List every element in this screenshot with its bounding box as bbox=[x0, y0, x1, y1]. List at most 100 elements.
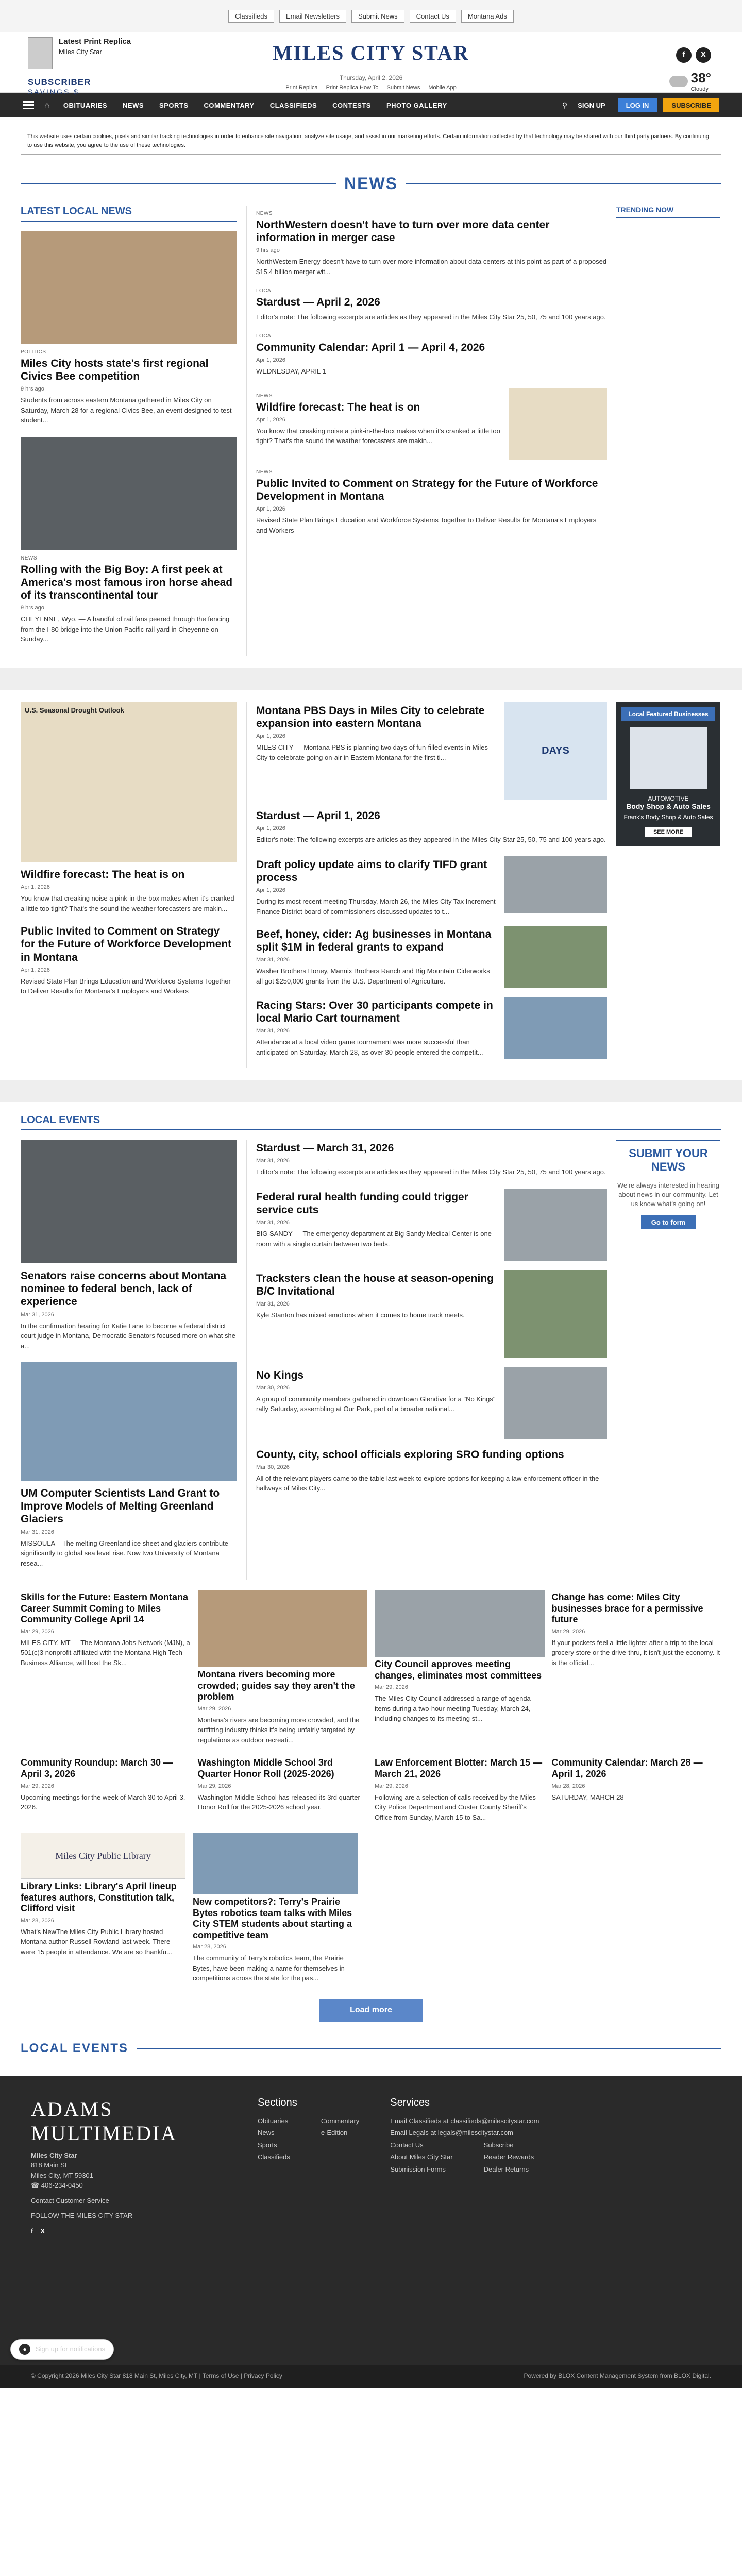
load-more-button[interactable]: Load more bbox=[319, 1998, 423, 2022]
footer-link-about[interactable]: About Miles City Star bbox=[390, 2151, 452, 2163]
story-image[interactable] bbox=[193, 1833, 358, 1895]
contact-customer-service-link[interactable]: Contact Customer Service bbox=[31, 2197, 109, 2205]
toplink-classifieds[interactable]: Classifieds bbox=[228, 9, 275, 23]
footer-link-submission-forms[interactable]: Submission Forms bbox=[390, 2163, 452, 2175]
footer-link-dealer-returns[interactable]: Dealer Returns bbox=[484, 2163, 534, 2175]
footer-link-obituaries[interactable]: Obituaries bbox=[258, 2115, 290, 2127]
list-item[interactable]: New competitors?: Terry's Prairie Bytes … bbox=[193, 1833, 358, 1984]
nav-contests[interactable]: CONTESTS bbox=[332, 101, 371, 109]
list-item[interactable]: Washington Middle School 3rd Quarter Hon… bbox=[198, 1755, 368, 1822]
hamburger-menu-icon[interactable] bbox=[23, 101, 34, 109]
ad-image[interactable] bbox=[630, 726, 707, 789]
list-item[interactable]: Draft policy update aims to clarify TIFD… bbox=[256, 856, 607, 917]
facebook-icon[interactable]: f bbox=[676, 47, 692, 63]
story-headline[interactable]: Miles City hosts state's first regional … bbox=[21, 357, 237, 383]
print-replica-title[interactable]: Latest Print Replica bbox=[59, 37, 131, 46]
footer-link-subscribe[interactable]: Subscribe bbox=[484, 2139, 534, 2151]
list-item[interactable]: UM Computer Scientists Land Grant to Imp… bbox=[21, 1362, 237, 1568]
list-item[interactable]: Beef, honey, cider: Ag businesses in Mon… bbox=[256, 926, 607, 988]
list-item[interactable]: Wildfire forecast: The heat is on Apr 1,… bbox=[21, 868, 237, 913]
list-item[interactable]: POLITICS Miles City hosts state's first … bbox=[21, 231, 237, 426]
print-replica-promo[interactable]: Latest Print Replica Miles City Star SUB… bbox=[28, 37, 146, 98]
subscribe-button[interactable]: SUBSCRIBE bbox=[663, 98, 719, 112]
list-item[interactable]: NEWS Wildfire forecast: The heat is on A… bbox=[256, 387, 607, 460]
list-item[interactable]: Public Invited to Comment on Strategy fo… bbox=[21, 925, 237, 996]
list-item[interactable]: Miles City Public Library Library Links:… bbox=[21, 1833, 185, 1984]
ad-title[interactable]: Body Shop & Auto Sales bbox=[621, 802, 715, 810]
print-replica-thumbnail[interactable] bbox=[28, 37, 53, 69]
header-link-how-to[interactable]: Print Replica How To bbox=[326, 84, 379, 91]
story-image[interactable] bbox=[21, 436, 237, 550]
story-image[interactable] bbox=[504, 1188, 607, 1261]
footer-link-reader-rewards[interactable]: Reader Rewards bbox=[484, 2151, 534, 2163]
list-item[interactable]: Law Enforcement Blotter: March 15 — Marc… bbox=[375, 1755, 545, 1822]
story-headline[interactable]: Stardust — April 1, 2026 bbox=[256, 809, 607, 822]
list-item[interactable]: NEWS Rolling with the Big Boy: A first p… bbox=[21, 436, 237, 645]
story-headline[interactable]: No Kings bbox=[256, 1369, 496, 1382]
story-headline[interactable]: Federal rural health funding could trigg… bbox=[256, 1191, 496, 1216]
footer-link-classifieds[interactable]: Classifieds bbox=[258, 2151, 290, 2163]
list-item[interactable]: Community Roundup: March 30 — April 3, 2… bbox=[21, 1755, 191, 1822]
signup-link[interactable]: SIGN UP bbox=[578, 101, 605, 109]
story-image[interactable] bbox=[504, 856, 607, 913]
story-image[interactable] bbox=[504, 1366, 607, 1439]
header-link-print-replica[interactable]: Print Replica bbox=[285, 84, 317, 91]
story-image[interactable] bbox=[504, 1269, 607, 1358]
story-headline[interactable]: Community Calendar: April 1 — April 4, 2… bbox=[256, 341, 607, 354]
list-item[interactable]: Senators raise concerns about Montana no… bbox=[21, 1140, 237, 1351]
featured-business-ad[interactable]: Local Featured Businesses AUTOMOTIVE Bod… bbox=[616, 702, 720, 846]
story-headline[interactable]: Stardust — March 31, 2026 bbox=[256, 1142, 607, 1155]
footer-link-commentary[interactable]: Commentary bbox=[321, 2115, 359, 2127]
story-headline[interactable]: New competitors?: Terry's Prairie Bytes … bbox=[193, 1896, 358, 1941]
site-logo[interactable]: MILES CITY STAR Thursday, April 2, 2026 … bbox=[268, 37, 474, 91]
story-headline[interactable]: Public Invited to Comment on Strategy fo… bbox=[21, 925, 237, 964]
story-headline[interactable]: Skills for the Future: Eastern Montana C… bbox=[21, 1592, 191, 1625]
list-item[interactable]: Stardust — April 1, 2026 Apr 1, 2026 Edi… bbox=[256, 809, 607, 845]
login-button[interactable]: LOG IN bbox=[617, 98, 657, 112]
footer-link-sports[interactable]: Sports bbox=[258, 2139, 290, 2151]
list-item[interactable]: LOCAL Stardust — April 2, 2026 Editor's … bbox=[256, 288, 607, 322]
weather-widget[interactable]: 38° Cloudy bbox=[649, 70, 711, 92]
list-item[interactable]: City Council approves meeting changes, e… bbox=[375, 1590, 545, 1745]
footer-link-contact-us[interactable]: Contact Us bbox=[390, 2139, 452, 2151]
story-headline[interactable]: Montana PBS Days in Miles City to celebr… bbox=[256, 704, 496, 730]
list-item[interactable]: Skills for the Future: Eastern Montana C… bbox=[21, 1590, 191, 1745]
twitter-icon[interactable]: X bbox=[696, 47, 711, 63]
story-headline[interactable]: Change has come: Miles City businesses b… bbox=[552, 1592, 722, 1625]
story-headline[interactable]: Senators raise concerns about Montana no… bbox=[21, 1269, 237, 1309]
list-item[interactable]: Montana rivers becoming more crowded; gu… bbox=[197, 1590, 367, 1745]
list-item[interactable]: LOCAL Community Calendar: April 1 — Apri… bbox=[256, 333, 607, 377]
footer-phone[interactable]: 406-234-0450 bbox=[41, 2181, 83, 2189]
story-headline[interactable]: Washington Middle School 3rd Quarter Hon… bbox=[198, 1757, 368, 1780]
list-item[interactable]: Tracksters clean the house at season-ope… bbox=[256, 1269, 607, 1358]
list-item[interactable]: Federal rural health funding could trigg… bbox=[256, 1188, 607, 1261]
story-headline[interactable]: Stardust — April 2, 2026 bbox=[256, 296, 607, 309]
powered-by[interactable]: Powered by BLOX Content Management Syste… bbox=[524, 2372, 712, 2381]
toplink-montana-ads[interactable]: Montana Ads bbox=[461, 9, 514, 23]
story-image[interactable] bbox=[21, 231, 237, 344]
footer-email-classifieds[interactable]: Email Classifieds at classifieds@milesci… bbox=[390, 2115, 539, 2127]
story-image[interactable] bbox=[375, 1590, 545, 1657]
story-headline[interactable]: City Council approves meeting changes, e… bbox=[375, 1659, 545, 1681]
toplink-submit-news[interactable]: Submit News bbox=[351, 9, 404, 23]
header-link-mobile-app[interactable]: Mobile App bbox=[428, 84, 456, 91]
list-item[interactable]: No Kings Mar 30, 2026 A group of communi… bbox=[256, 1366, 607, 1439]
see-more-button[interactable]: SEE MORE bbox=[645, 826, 692, 837]
footer-brand[interactable]: ADAMS MULTIMEDIA bbox=[31, 2097, 227, 2145]
nav-news[interactable]: NEWS bbox=[123, 101, 144, 109]
header-link-submit-news[interactable]: Submit News bbox=[387, 84, 420, 91]
story-headline[interactable]: Racing Stars: Over 30 participants compe… bbox=[256, 999, 496, 1025]
list-item[interactable]: County, city, school officials exploring… bbox=[256, 1448, 607, 1494]
drought-outlook-map[interactable]: U.S. Seasonal Drought Outlook bbox=[21, 702, 237, 862]
story-image[interactable] bbox=[21, 1362, 237, 1481]
footer-link-e-edition[interactable]: e-Edition bbox=[321, 2127, 359, 2139]
story-image[interactable] bbox=[504, 926, 607, 988]
list-item[interactable]: Change has come: Miles City businesses b… bbox=[552, 1590, 722, 1745]
nav-obituaries[interactable]: OBITUARIES bbox=[63, 101, 107, 109]
story-headline[interactable]: Community Roundup: March 30 — April 3, 2… bbox=[21, 1757, 191, 1780]
subscriber-savings-logo[interactable]: SUBSCRIBER SAVINGS $ bbox=[28, 75, 100, 98]
toplink-contact[interactable]: Contact Us bbox=[409, 9, 456, 23]
twitter-icon[interactable]: X bbox=[40, 2226, 45, 2236]
story-image[interactable] bbox=[197, 1590, 367, 1668]
story-headline[interactable]: County, city, school officials exploring… bbox=[256, 1448, 607, 1461]
